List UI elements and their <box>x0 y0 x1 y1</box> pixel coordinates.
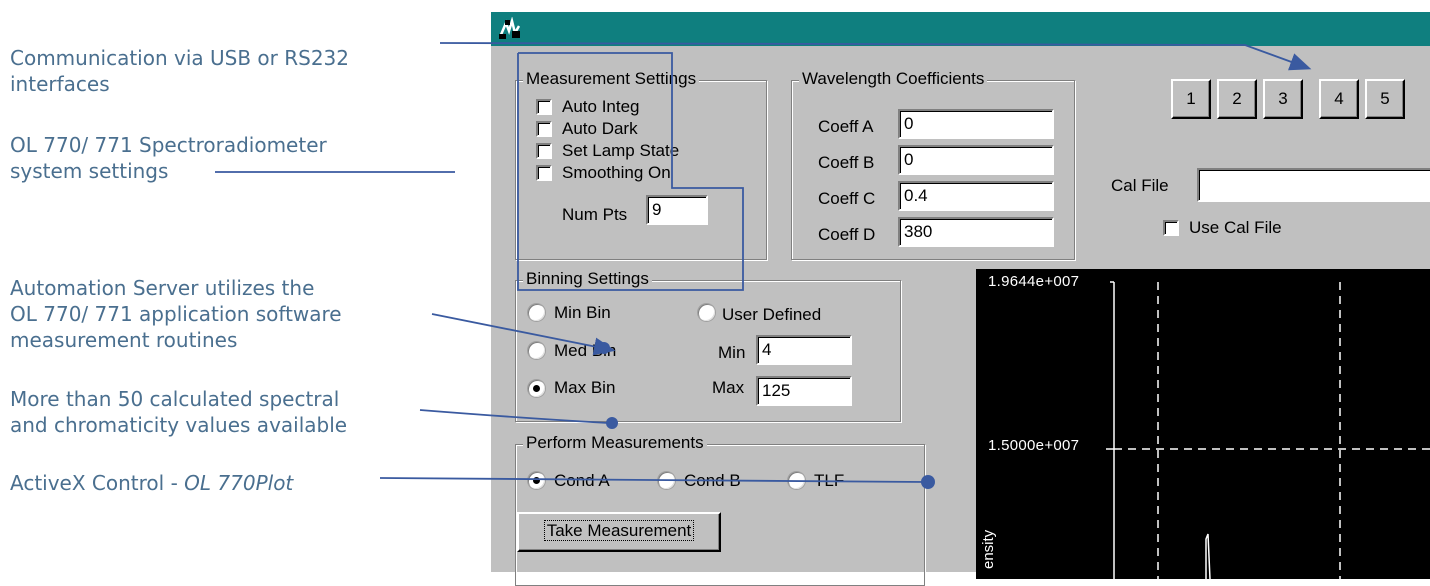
auto-dark-checkbox[interactable] <box>536 121 552 137</box>
min-bin-radio[interactable] <box>528 304 545 321</box>
channel-3-button[interactable]: 3 <box>1263 79 1303 119</box>
spectrum-plot[interactable]: 1.9644e+007 1.5000e+007 ensity <box>976 269 1430 579</box>
cond-a-radio[interactable] <box>528 472 545 489</box>
med-bin-radio[interactable] <box>528 342 545 359</box>
cal-file-label: Cal File <box>1111 176 1169 195</box>
annotation-communication: Communication via USB or RS232 interface… <box>10 45 402 97</box>
binning-settings-group: Binning Settings Min Bin User Defined Me… <box>515 269 901 422</box>
smoothing-on-label: Smoothing On <box>562 163 671 182</box>
min-label: Min <box>718 343 746 362</box>
auto-dark-label: Auto Dark <box>562 119 638 138</box>
coeff-c-label: Coeff C <box>818 189 876 208</box>
max-bin-field[interactable]: 125 <box>756 376 852 406</box>
num-pts-field[interactable]: 9 <box>646 195 708 225</box>
take-measurement-label: Take Measurement <box>543 520 695 541</box>
take-measurement-button[interactable]: Take Measurement <box>517 512 721 552</box>
annotation-line: system settings <box>10 159 169 183</box>
annotation-line: measurement routines <box>10 328 238 352</box>
cal-file-field[interactable] <box>1197 168 1430 202</box>
coeff-b-label: Coeff B <box>818 153 875 172</box>
app-window: Measurement Settings Auto Integ Auto Dar… <box>489 10 1430 586</box>
perform-measurements-title: Perform Measurements <box>523 433 707 453</box>
annotation-line: OL 770/ 771 Spectroradiometer <box>10 133 327 157</box>
annotation-line: Automation Server utilizes the <box>10 276 315 300</box>
annotation-calculated-values: More than 50 calculated spectral and chr… <box>10 386 402 438</box>
min-bin-label: Min Bin <box>554 303 611 322</box>
annotation-line: OL 770/ 771 application software <box>10 302 342 326</box>
set-lamp-state-checkbox[interactable] <box>536 143 552 159</box>
title-bar <box>491 12 1430 46</box>
coeff-c-field[interactable]: 0.4 <box>898 181 1054 211</box>
max-bin-radio[interactable] <box>528 380 545 397</box>
auto-integ-checkbox[interactable] <box>536 99 552 115</box>
channel-1-button[interactable]: 1 <box>1171 79 1211 119</box>
app-icon <box>497 17 523 41</box>
measurement-settings-title: Measurement Settings <box>523 69 700 89</box>
coeff-a-label: Coeff A <box>818 117 874 136</box>
measurement-settings-group: Measurement Settings Auto Integ Auto Dar… <box>515 69 767 260</box>
use-cal-file-label: Use Cal File <box>1189 218 1282 237</box>
channel-5-button[interactable]: 5 <box>1365 79 1405 119</box>
annotation-system-settings: OL 770/ 771 Spectroradiometer system set… <box>10 132 402 184</box>
cond-b-label: Cond B <box>684 471 741 490</box>
min-bin-field[interactable]: 4 <box>756 335 852 365</box>
plot-y-axis-label: ensity <box>980 529 997 569</box>
cond-a-label: Cond A <box>554 471 610 490</box>
use-cal-file-checkbox[interactable] <box>1163 220 1179 236</box>
annotation-line: and chromaticity values available <box>10 413 348 437</box>
tlf-label: TLF <box>814 471 845 490</box>
annotation-activex-prefix: ActiveX Control - <box>10 471 185 495</box>
wavelength-coefficients-title: Wavelength Coefficients <box>799 69 988 89</box>
annotation-line: More than 50 calculated spectral <box>10 387 340 411</box>
plot-grid <box>1106 281 1430 579</box>
max-label: Max <box>712 378 745 397</box>
annotation-automation-server: Automation Server utilizes the OL 770/ 7… <box>10 275 402 353</box>
annotation-line: interfaces <box>10 72 110 96</box>
coeff-d-field[interactable]: 380 <box>898 217 1054 247</box>
cond-b-radio[interactable] <box>658 472 675 489</box>
user-defined-label: User Defined <box>722 305 822 324</box>
annotation-line: Communication via USB or RS232 <box>10 46 349 70</box>
auto-integ-label: Auto Integ <box>562 97 640 116</box>
max-bin-label: Max Bin <box>554 378 616 397</box>
channel-2-button[interactable]: 2 <box>1217 79 1257 119</box>
num-pts-label: Num Pts <box>562 205 628 224</box>
med-bin-label: Med Bin <box>554 341 617 360</box>
set-lamp-state-label: Set Lamp State <box>562 141 680 160</box>
coeff-a-field[interactable]: 0 <box>898 109 1054 139</box>
tlf-radio[interactable] <box>788 472 805 489</box>
wavelength-coefficients-group: Wavelength Coefficients Coeff A 0 Coeff … <box>791 69 1075 260</box>
user-defined-radio[interactable] <box>698 304 715 321</box>
channel-4-button[interactable]: 4 <box>1319 79 1359 119</box>
annotation-activex: ActiveX Control - OL 770Plot <box>10 470 402 496</box>
binning-settings-title: Binning Settings <box>523 269 652 289</box>
coeff-b-field[interactable]: 0 <box>898 145 1054 175</box>
annotation-activex-emphasis: OL 770Plot <box>184 471 294 495</box>
smoothing-on-checkbox[interactable] <box>536 165 552 181</box>
coeff-d-label: Coeff D <box>818 225 876 244</box>
